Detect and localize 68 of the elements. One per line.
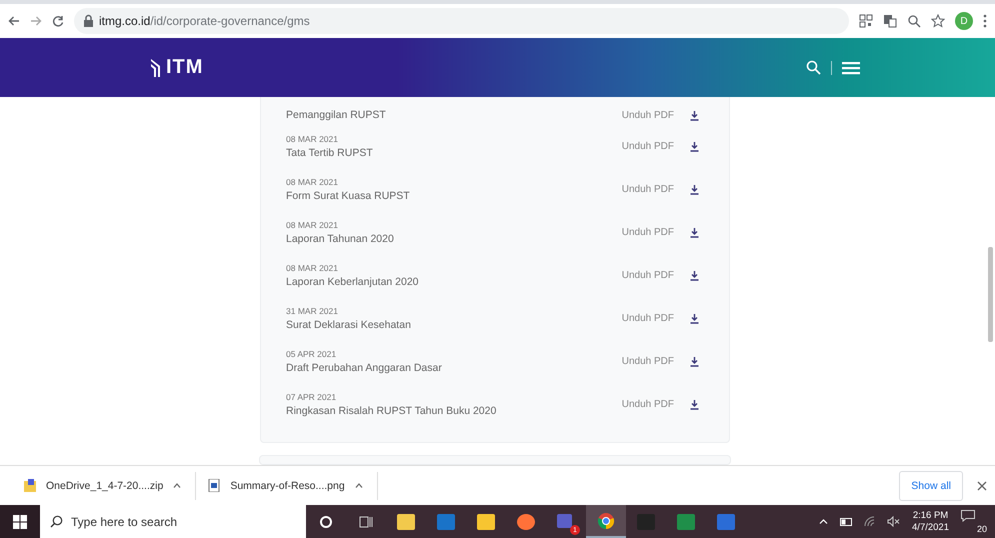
notification-center-button[interactable]: 20 xyxy=(961,510,987,534)
url-text: itmg.co.id/id/corporate-governance/gms xyxy=(99,14,310,28)
taskbar-search-field[interactable]: Type here to search xyxy=(40,505,306,538)
chevron-up-icon[interactable] xyxy=(819,519,828,524)
address-bar[interactable]: itmg.co.id/id/corporate-governance/gms xyxy=(74,8,849,34)
download-pdf-link[interactable]: Unduh PDF xyxy=(622,399,674,410)
windows-start-icon[interactable] xyxy=(13,514,27,528)
close-icon[interactable] xyxy=(977,480,987,490)
download-pdf-link[interactable]: Unduh PDF xyxy=(622,141,674,152)
caret-icon[interactable] xyxy=(354,483,363,488)
download-icon[interactable] xyxy=(690,270,699,280)
document-title: Tata Tertib RUPST xyxy=(286,147,374,159)
download-pdf-link[interactable]: Unduh PDF xyxy=(622,270,674,281)
download-pdf-link[interactable]: Unduh PDF xyxy=(622,356,674,367)
document-date: 31 MAR 2021 xyxy=(286,306,339,316)
download-pdf-link[interactable]: Unduh PDF xyxy=(622,227,674,238)
lock-icon xyxy=(84,14,93,28)
document-date: 08 MAR 2021 xyxy=(286,177,339,187)
muted-speaker-icon[interactable] xyxy=(887,516,900,527)
task-view-icon[interactable] xyxy=(359,514,373,528)
battery-icon[interactable] xyxy=(840,518,852,526)
search-icon xyxy=(50,515,63,528)
back-icon[interactable] xyxy=(8,15,20,27)
zip-file-icon[interactable] xyxy=(24,479,36,492)
document-date: 08 MAR 2021 xyxy=(286,263,339,273)
more-icon[interactable] xyxy=(983,14,987,28)
document-date: 08 MAR 2021 xyxy=(286,220,339,230)
logo-mark-icon xyxy=(150,58,162,78)
message-icon xyxy=(961,510,975,522)
taskbar-clock[interactable]: 2:16 PM 4/7/2021 xyxy=(912,510,949,534)
chrome-icon[interactable] xyxy=(597,512,615,530)
document-title: Form Surat Kuasa RUPST xyxy=(286,190,411,202)
caret-icon[interactable] xyxy=(173,483,182,488)
qr-code-icon[interactable] xyxy=(859,14,873,28)
download-icon[interactable] xyxy=(690,184,699,194)
download-icon[interactable] xyxy=(690,111,699,121)
download-pdf-link[interactable]: Unduh PDF xyxy=(622,184,674,195)
document-title: Draft Perubahan Anggaran Dasar xyxy=(286,362,443,374)
document-title: Pemanggilan RUPST xyxy=(286,109,387,121)
download-icon[interactable] xyxy=(690,356,699,366)
download-file-name[interactable]: Summary-of-Reso....png xyxy=(230,480,345,492)
document-title: Laporan Tahunan 2020 xyxy=(286,233,395,245)
download-pdf-link[interactable]: Unduh PDF xyxy=(622,110,674,121)
translate-icon[interactable] xyxy=(883,14,897,28)
show-all-button[interactable]: Show all xyxy=(899,470,963,500)
download-file-name[interactable]: OneDrive_1_4-7-20....zip xyxy=(46,480,164,492)
document-date: 08 MAR 2021 xyxy=(286,134,339,144)
download-pdf-link[interactable]: Unduh PDF xyxy=(622,313,674,324)
download-icon[interactable] xyxy=(690,142,699,152)
profile-avatar[interactable]: D xyxy=(955,12,973,30)
star-icon[interactable] xyxy=(931,14,945,28)
download-icon[interactable] xyxy=(690,400,699,410)
document-title: Ringkasan Risalah RUPST Tahun Buku 2020 xyxy=(286,405,498,417)
scrollbar-thumb[interactable] xyxy=(988,247,993,342)
menu-icon[interactable] xyxy=(842,60,860,74)
image-file-icon[interactable] xyxy=(208,479,220,492)
document-title: Laporan Keberlanjutan 2020 xyxy=(286,276,420,288)
search-icon[interactable] xyxy=(806,60,821,75)
download-icon[interactable] xyxy=(690,228,699,238)
document-date: 07 APR 2021 xyxy=(286,392,338,402)
wifi-icon[interactable] xyxy=(864,516,876,527)
reload-icon[interactable] xyxy=(52,15,64,27)
circle-icon[interactable] xyxy=(319,514,333,528)
document-date: 05 APR 2021 xyxy=(286,349,338,359)
document-title: Surat Deklarasi Kesehatan xyxy=(286,319,412,331)
logo-text[interactable]: ITM xyxy=(166,56,204,79)
download-icon[interactable] xyxy=(690,314,699,324)
zoom-icon[interactable] xyxy=(907,14,921,28)
